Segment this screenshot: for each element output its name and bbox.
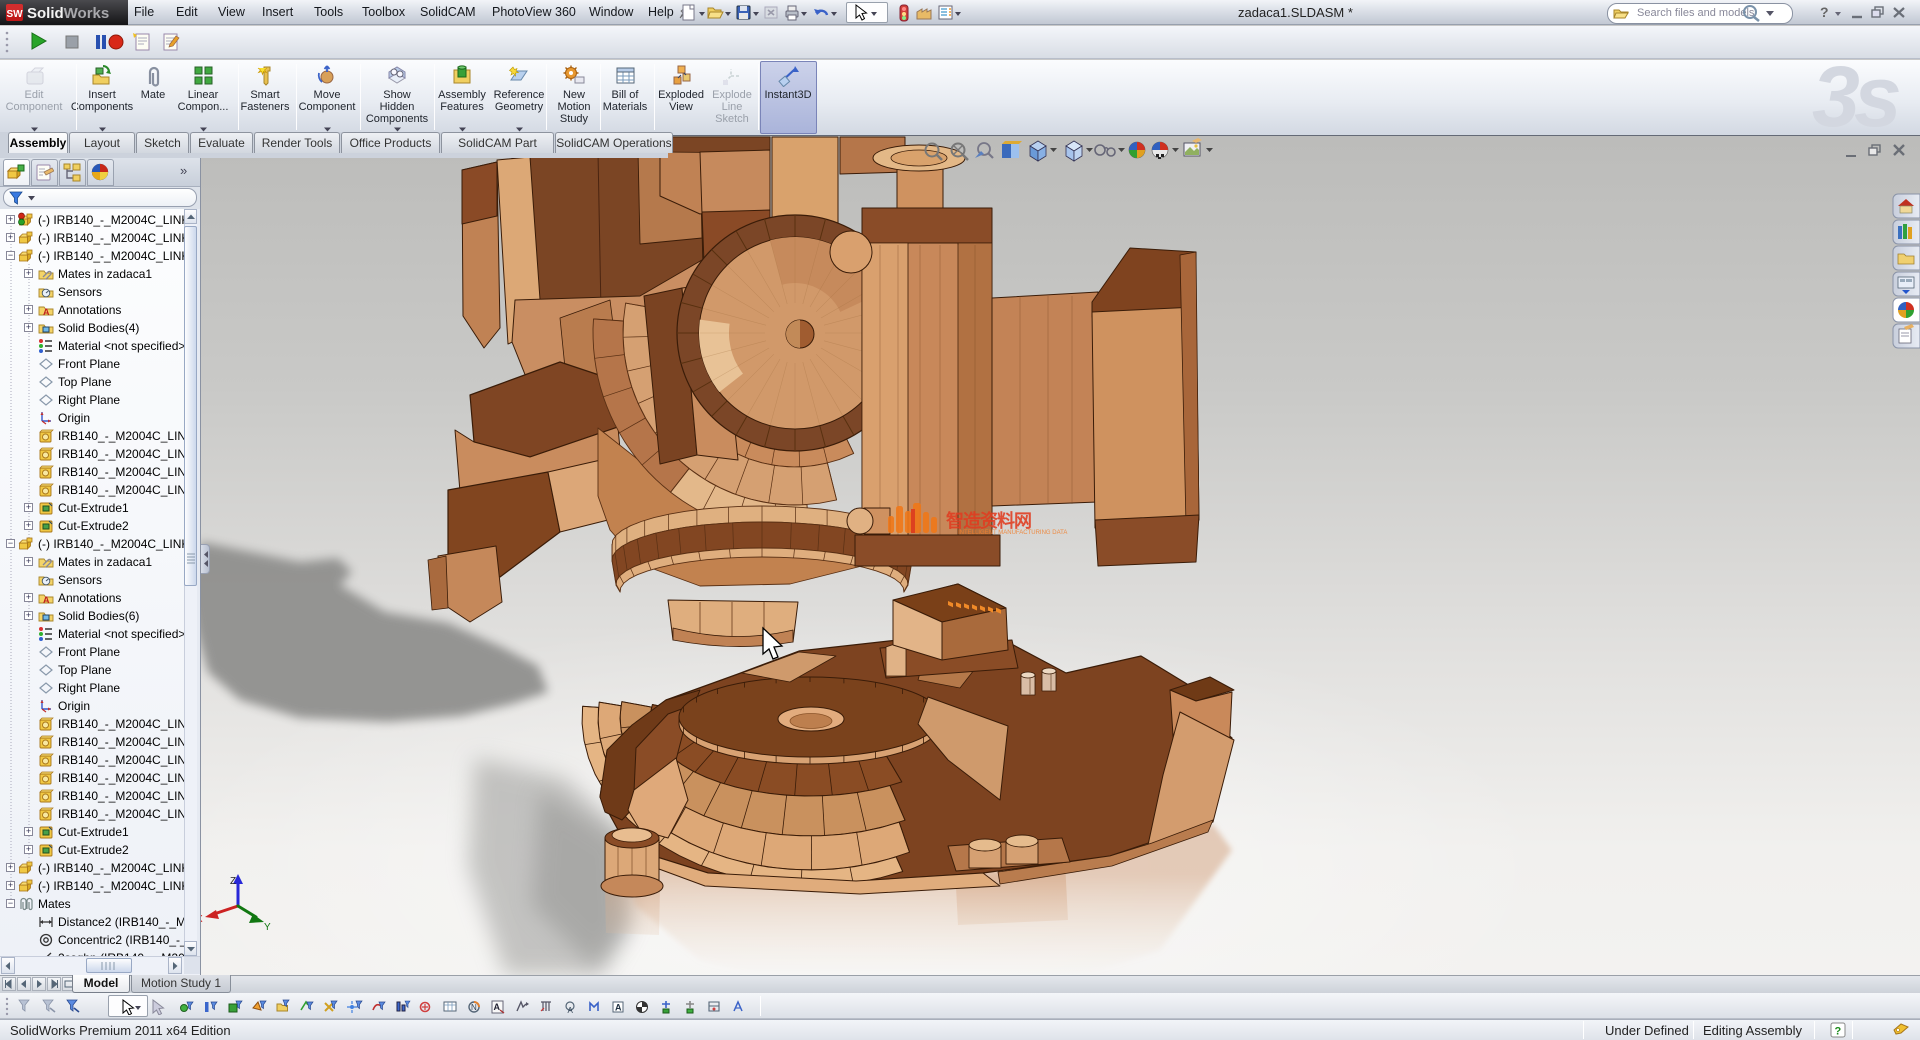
svg-text:INTELLIGENT MANUFACTURING DATA: INTELLIGENT MANUFACTURING DATA — [958, 530, 1067, 536]
svg-text:N: N — [471, 1003, 477, 1012]
svg-text:A: A — [615, 1003, 622, 1013]
svg-text:智造资料网: 智造资料网 — [946, 510, 1031, 531]
svg-text:Z: Z — [230, 876, 236, 887]
svg-text:SolidWorks: SolidWorks — [27, 5, 109, 22]
svg-text:A: A — [494, 1002, 501, 1012]
svg-text:?: ? — [1835, 1026, 1842, 1038]
svg-text:A: A — [43, 595, 50, 605]
svg-text:Y: Y — [264, 922, 271, 933]
svg-text:A: A — [568, 1006, 574, 1015]
svg-text:A: A — [43, 307, 50, 317]
svg-text:SW: SW — [6, 9, 23, 20]
